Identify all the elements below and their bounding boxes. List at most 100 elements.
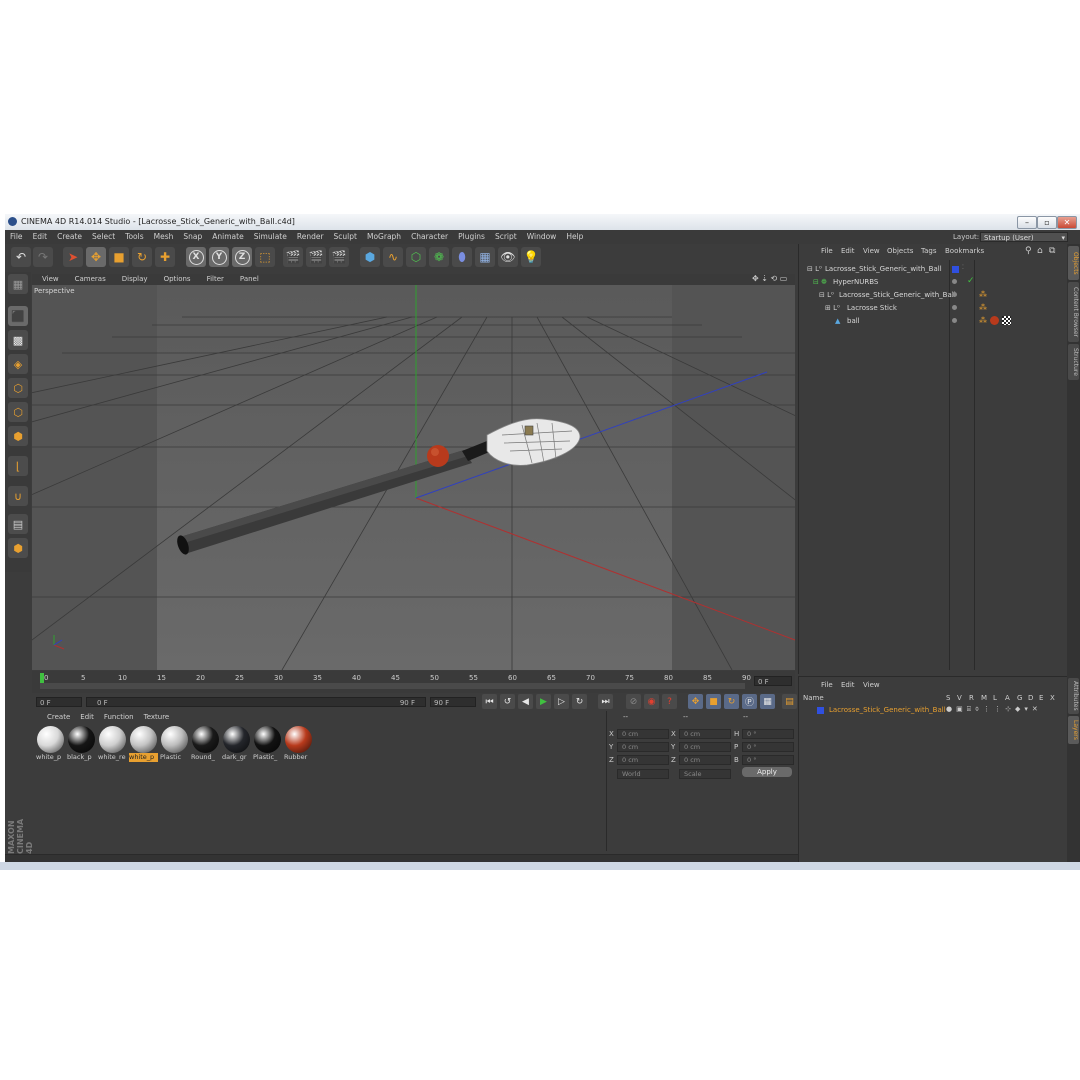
menu-character[interactable]: Character — [406, 230, 453, 244]
apply-button[interactable]: Apply — [742, 767, 792, 777]
menu-plugins[interactable]: Plugins — [453, 230, 490, 244]
rotation-h-field[interactable]: 0 ° — [742, 729, 794, 739]
position-key-icon[interactable]: ✥ — [688, 694, 703, 709]
floor-icon[interactable]: ▦ — [475, 247, 495, 267]
menu-mesh[interactable]: Mesh — [149, 230, 179, 244]
workplane-icon[interactable]: ◈ — [8, 354, 28, 374]
perspective-viewport[interactable]: Perspective — [32, 285, 795, 670]
column-header[interactable]: G — [1017, 694, 1022, 702]
z-axis-icon[interactable]: Z — [232, 247, 252, 267]
column-header[interactable]: X — [1050, 694, 1055, 702]
menu-render[interactable]: Render — [292, 230, 329, 244]
material-swatch[interactable]: black_p — [67, 726, 96, 762]
material-swatch[interactable]: Plastic_ — [253, 726, 282, 762]
texture-mode-icon[interactable]: ▩ — [8, 330, 28, 350]
rotation-b-field[interactable]: 0 ° — [742, 755, 794, 765]
visibility-dots[interactable]: ⁚ — [962, 264, 964, 271]
material-swatch[interactable]: white_re — [98, 726, 127, 762]
current-frame-field[interactable]: 0 F — [754, 676, 792, 686]
column-header[interactable]: A — [1005, 694, 1010, 702]
next-key-icon[interactable]: ↻ — [572, 694, 587, 709]
layer-row[interactable]: Lacrosse_Stick_Generic_with_Ball ●▣⌸⌽⋮⋮⊹… — [799, 705, 1067, 717]
visibility-dot[interactable] — [952, 292, 957, 297]
tab-layers[interactable]: Layers — [1068, 716, 1079, 744]
home-icon[interactable]: ⌂ — [1037, 246, 1043, 256]
object-row[interactable]: ⊟ ❁ HyperNURBS ✓ — [799, 276, 1067, 289]
select-tool-icon[interactable]: ➤ — [63, 247, 83, 267]
add-tool-icon[interactable]: ✚ — [155, 247, 175, 267]
coordinate-mode-select[interactable]: World — [617, 769, 669, 779]
polygons-mode-icon[interactable]: ⬢ — [8, 426, 28, 446]
column-header[interactable]: V — [957, 694, 962, 702]
render-settings-icon[interactable]: 🎬 — [329, 247, 349, 267]
object-row[interactable]: ▲ ball ⁂ — [799, 316, 1067, 328]
menu-snap[interactable]: Snap — [178, 230, 207, 244]
axis-mode-icon[interactable]: ⌊ — [8, 456, 28, 476]
material-tag-icon[interactable] — [990, 316, 999, 325]
previous-frame-icon[interactable]: ◀ — [518, 694, 533, 709]
object-row[interactable]: ⊟ L⁰ Lacrosse_Stick_Generic_with_Ball ⁚ — [799, 264, 1067, 276]
y-axis-icon[interactable]: Y — [209, 247, 229, 267]
light-icon[interactable]: 💡 — [521, 247, 541, 267]
material-swatch[interactable]: white_p — [129, 726, 158, 762]
rotate-tool-icon[interactable]: ↻ — [132, 247, 152, 267]
nurbs-icon[interactable]: ⬡ — [406, 247, 426, 267]
material-swatch[interactable]: dark_gr — [222, 726, 251, 762]
column-header[interactable]: M — [981, 694, 987, 702]
material-swatch[interactable]: Plastic — [160, 726, 189, 762]
object-row[interactable]: ⊟ L⁰ Lacrosse_Stick_Generic_with_Ball ⁂ — [799, 290, 1067, 302]
play-icon[interactable]: ▶ — [536, 694, 551, 709]
viewport-menu-options[interactable]: Options — [154, 274, 197, 285]
auto-key-icon[interactable]: ◉ — [644, 694, 659, 709]
viewport-menu-display[interactable]: Display — [112, 274, 154, 285]
viewport-menu-cameras[interactable]: Cameras — [65, 274, 112, 285]
viewport-menu-filter[interactable]: Filter — [197, 274, 230, 285]
end-frame-field[interactable]: 90 F — [430, 697, 476, 707]
tab-attributes[interactable]: Attributes — [1068, 678, 1079, 714]
maximize-button[interactable]: ▫ — [1037, 216, 1057, 229]
uvw-tag-icon[interactable] — [1002, 316, 1011, 325]
start-frame-field[interactable]: 0 F — [36, 697, 82, 707]
column-header[interactable]: L — [993, 694, 997, 702]
column-header[interactable]: D — [1028, 694, 1033, 702]
cube-object-icon[interactable]: ⬢ — [360, 247, 380, 267]
move-tool-icon[interactable]: ✥ — [86, 247, 106, 267]
next-frame-icon[interactable]: ▷ — [554, 694, 569, 709]
material-menu-texture[interactable]: Texture — [139, 711, 175, 723]
rotation-key-icon[interactable]: ↻ — [724, 694, 739, 709]
point-level-key-icon[interactable]: ▦ — [760, 694, 775, 709]
object-menu-tags[interactable]: Tags — [921, 247, 937, 255]
undo-icon[interactable]: ↶ — [11, 247, 31, 267]
object-row[interactable]: ⊞ L⁰ Lacrosse Stick ⁂ — [799, 303, 1067, 315]
tab-content-browser[interactable]: Content Browser — [1068, 282, 1079, 342]
material-menu-create[interactable]: Create — [42, 711, 75, 723]
menu-sculpt[interactable]: Sculpt — [329, 230, 362, 244]
render-view-icon[interactable]: 🎬 — [283, 247, 303, 267]
column-header[interactable]: R — [969, 694, 974, 702]
new-window-icon[interactable]: ⧉ — [1049, 246, 1055, 256]
edges-mode-icon[interactable]: ⬡ — [8, 402, 28, 422]
model-mode-icon[interactable]: ⬛ — [8, 306, 28, 326]
menu-tools[interactable]: Tools — [120, 230, 148, 244]
snap-magnet-icon[interactable]: ∪ — [8, 486, 28, 506]
column-header[interactable]: S — [946, 694, 950, 702]
visibility-dot[interactable] — [952, 305, 957, 310]
scale-tool-icon[interactable]: ■ — [109, 247, 129, 267]
spline-icon[interactable]: ∿ — [383, 247, 403, 267]
points-mode-icon[interactable]: ⬡ — [8, 378, 28, 398]
keyframe-selection-icon[interactable]: ? — [662, 694, 677, 709]
minimize-button[interactable]: – — [1017, 216, 1037, 229]
layer-toggle-icons[interactable]: ●▣⌸⌽⋮⋮⊹◆▾✕ — [946, 705, 1042, 714]
size-y-field[interactable]: 0 cm — [679, 742, 731, 752]
timeline-ruler[interactable]: 0 5 10 15 20 25 30 35 40 45 50 55 60 65 … — [32, 671, 795, 693]
size-mode-select[interactable]: Scale — [679, 769, 731, 779]
go-to-start-icon[interactable]: ⏮ — [482, 694, 497, 709]
object-menu-bookmarks[interactable]: Bookmarks — [945, 247, 984, 255]
range-slider[interactable]: 0 F 90 F — [86, 697, 426, 707]
search-icon[interactable]: ⚲ — [1025, 246, 1032, 256]
menu-mograph[interactable]: MoGraph — [362, 230, 406, 244]
menu-file[interactable]: File — [5, 230, 28, 244]
object-menu-edit[interactable]: Edit — [841, 247, 855, 255]
rotation-p-field[interactable]: 0 ° — [742, 742, 794, 752]
viewport-navigation-icons[interactable]: ✥ ⇣ ⟲ ▭ — [752, 274, 787, 283]
